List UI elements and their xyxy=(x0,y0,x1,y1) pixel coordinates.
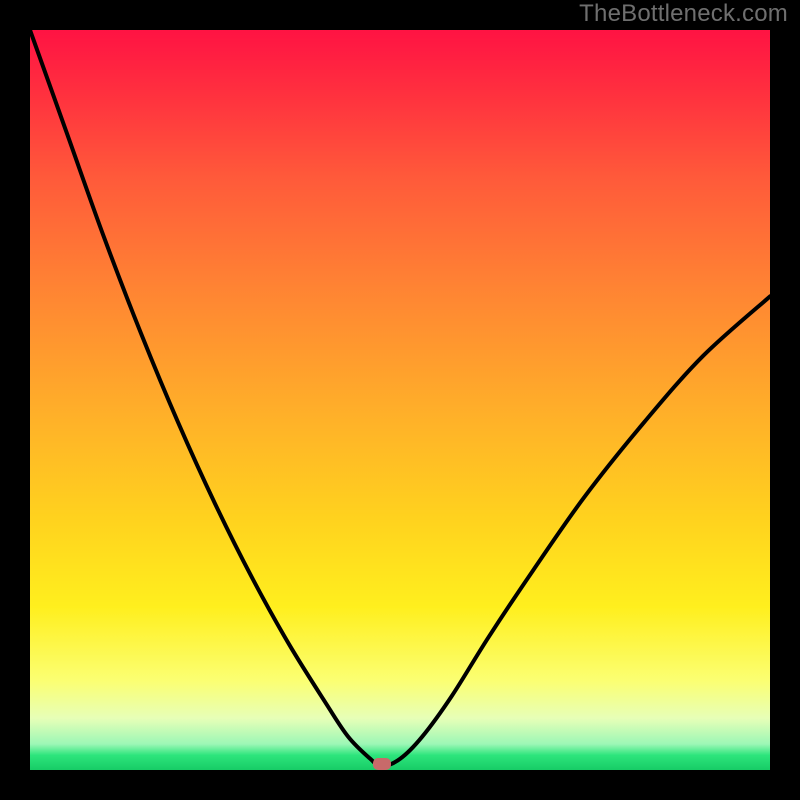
chart-frame: TheBottleneck.com xyxy=(0,0,800,800)
bottleneck-curve xyxy=(30,30,770,770)
watermark-text: TheBottleneck.com xyxy=(579,0,788,28)
optimal-point-marker xyxy=(373,758,391,770)
plot-area xyxy=(30,30,770,770)
bottleneck-curve-path xyxy=(30,30,770,766)
